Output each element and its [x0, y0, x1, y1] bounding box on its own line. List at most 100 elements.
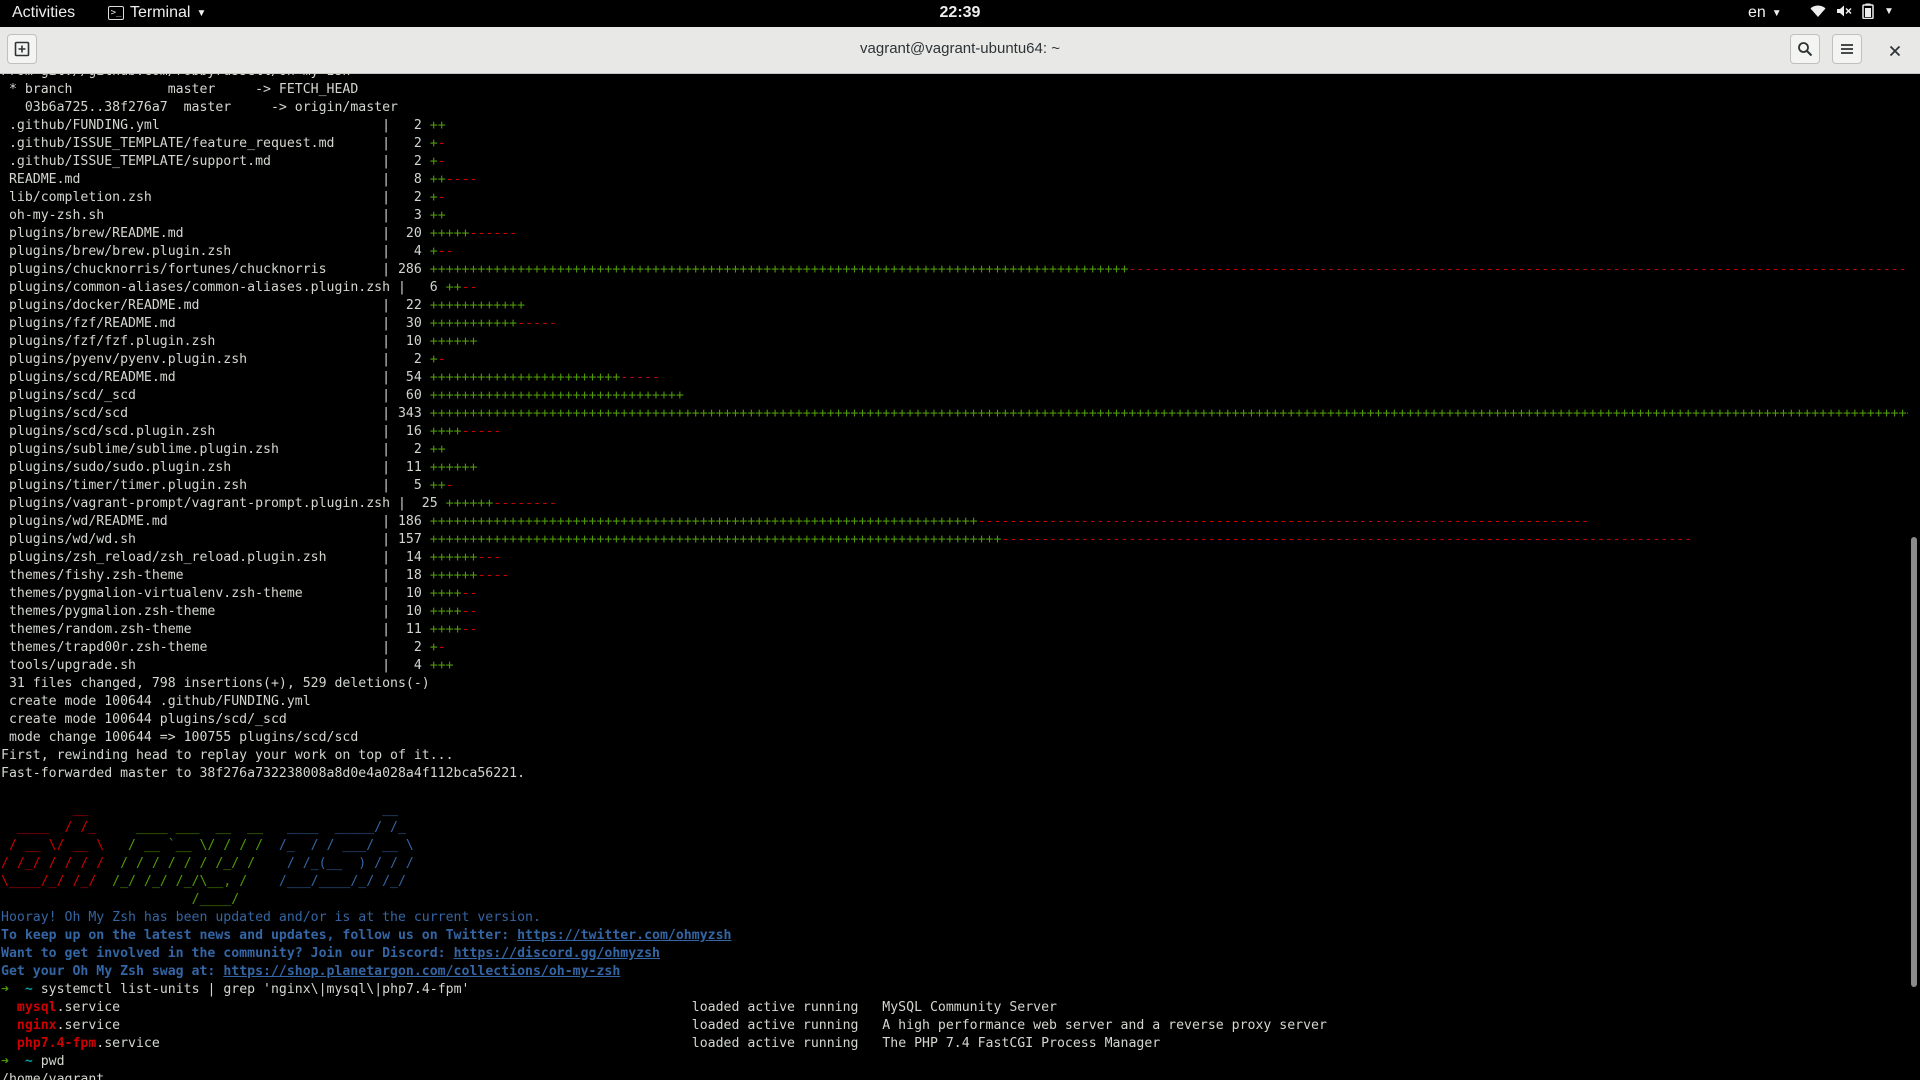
terminal-line: plugins/docker/README.md | 22 ++++++++++… [1, 297, 525, 315]
terminal-line: php7.4-fpm.service loaded active running… [1, 1035, 1160, 1053]
terminal-text-segment: --- [477, 550, 502, 565]
terminal-line: First, rewinding head to replay your wor… [1, 747, 454, 765]
terminal-text-segment: 03b6a725..38f276a7 master -> origin/mast… [1, 100, 398, 115]
terminal-line: plugins/vagrant-prompt/vagrant-prompt.pl… [1, 495, 557, 513]
terminal-text-segment: ++++++++++++++++++++++++++++++++++++++++… [429, 514, 978, 529]
terminal-text-segment[interactable]: https://twitter.com/ohmyzsh [517, 928, 731, 943]
terminal-text-segment: plugins/docker/README.md | 22 [1, 298, 430, 313]
terminal-text-segment[interactable]: https://shop.planetargon.com/collections… [223, 964, 620, 979]
terminal-text-segment: mode change 100644 => 100755 plugins/scd… [1, 730, 359, 745]
terminal-line: __ __ [1, 801, 398, 819]
terminal-text-segment: create mode 100644 plugins/scd/_scd [1, 712, 287, 727]
terminal-text-segment: - [437, 640, 446, 655]
terminal-text-segment: ----- [517, 316, 557, 331]
terminal-text-segment: ++++ [429, 424, 462, 439]
terminal-text-segment: + [429, 640, 438, 655]
terminal-text-segment: /_ / / ___/ __ \ [263, 838, 414, 853]
terminal-text-segment: To keep up on the latest news and update… [1, 928, 518, 943]
terminal-text-segment: plugins/sudo/sudo.plugin.zsh | 11 [1, 460, 430, 475]
terminal-line: plugins/brew/brew.plugin.zsh | 4 +-- [1, 243, 454, 261]
terminal-text-segment: plugins/zsh_reload/zsh_reload.plugin.zsh… [1, 550, 430, 565]
terminal-line: themes/pygmalion-virtualenv.zsh-theme | … [1, 585, 477, 603]
terminal-text-segment: +++ [429, 658, 454, 673]
terminal-line: plugins/common-aliases/common-aliases.pl… [1, 279, 477, 297]
terminal-text-segment: ++++ [429, 604, 462, 619]
terminal-line: themes/fishy.zsh-theme | 18 ++++++---- [1, 567, 509, 585]
terminal-line: plugins/sublime/sublime.plugin.zsh | 2 +… [1, 441, 446, 459]
terminal-line: themes/pygmalion.zsh-theme | 10 ++++-- [1, 603, 477, 621]
clock[interactable]: 22:39 [0, 4, 1920, 22]
terminal-text-segment: plugins/brew/README.md | 20 [1, 226, 430, 241]
terminal-text-segment: ---- [445, 172, 478, 187]
terminal-text-segment: .github/ISSUE_TEMPLATE/feature_request.m… [1, 136, 430, 151]
search-icon [1798, 42, 1813, 57]
terminal-line: .github/ISSUE_TEMPLATE/support.md | 2 +- [1, 153, 446, 171]
terminal-line: oh-my-zsh.sh | 3 ++ [1, 207, 446, 225]
terminal-line: / /_/ / / / / / / / / / / /_/ / / /_(__ … [1, 855, 414, 873]
scrollbar-thumb[interactable] [1911, 537, 1917, 987]
terminal-text-segment: ++ [429, 442, 446, 457]
search-button[interactable] [1790, 34, 1820, 64]
terminal-line: plugins/chucknorris/fortunes/chucknorris… [1, 261, 1908, 279]
terminal-line: * branch master -> FETCH_HEAD [1, 81, 358, 99]
terminal-text-segment: ____ / /_ [1, 820, 97, 835]
speaker-muted-icon [1837, 5, 1852, 17]
terminal-text-segment: plugins/scd/README.md | 54 [1, 370, 430, 385]
terminal-text-segment: -- [461, 604, 478, 619]
terminal-text-segment: ____ ___ __ __ [96, 820, 264, 835]
terminal-text-segment: .service loaded active running MySQL Com… [56, 1000, 1057, 1015]
terminal-text-segment: plugins/brew/brew.plugin.zsh | 4 [1, 244, 430, 259]
hamburger-menu-icon [1841, 44, 1853, 54]
terminal-scrollbar[interactable] [1908, 74, 1920, 1080]
terminal-text-segment: Want to get involved in the community? J… [1, 946, 454, 961]
terminal-text-segment: -- [437, 244, 454, 259]
terminal-line: nginx.service loaded active running A hi… [1, 1017, 1327, 1035]
terminal-text-segment: +++++ [429, 226, 470, 241]
input-language-menu[interactable]: en ▼ [1748, 4, 1782, 22]
app-menu-button[interactable]: >_ Terminal ▼ [108, 4, 206, 22]
menu-button[interactable] [1832, 34, 1862, 64]
terminal-text-segment: themes/pygmalion.zsh-theme | 10 [1, 604, 430, 619]
terminal-text-segment: /____/ [191, 892, 240, 907]
terminal-text-segment: plugins/common-aliases/common-aliases.pl… [1, 280, 446, 295]
close-window-button[interactable] [1880, 36, 1910, 66]
terminal-text-segment: + [429, 154, 438, 169]
terminal-text-segment: / / / / / / /_/ / [104, 856, 256, 871]
terminal-line: 31 files changed, 798 insertions(+), 529… [1, 675, 430, 693]
terminal-text-segment: + [429, 190, 438, 205]
terminal-text-segment[interactable]: https://discord.gg/ohmyzsh [454, 946, 660, 961]
system-status-menu[interactable]: ▼ [1810, 3, 1894, 19]
terminal-text-segment: ++++++++++++++++++++++++++++++++++++++++… [429, 406, 1908, 421]
terminal-text-segment: 31 files changed, 798 insertions(+), 529… [1, 676, 430, 691]
terminal-line: Fast-forwarded master to 38f276a73223800… [1, 765, 525, 783]
terminal-output[interactable]: From git://github.com/robbyrussell/oh-my… [0, 74, 1908, 1080]
terminal-line: plugins/pyenv/pyenv.plugin.zsh | 2 +- [1, 351, 446, 369]
terminal-text-segment: plugins/timer/timer.plugin.zsh | 5 [1, 478, 430, 493]
terminal-text-segment: + [429, 244, 438, 259]
terminal-text-segment: php7.4-fpm [16, 1036, 97, 1051]
terminal-app-icon: >_ [108, 6, 124, 20]
terminal-text-segment: ++++++ [429, 568, 478, 583]
new-tab-button[interactable] [7, 34, 37, 64]
terminal-text-segment: plugins/scd/scd.plugin.zsh | 16 [1, 424, 430, 439]
terminal-text-segment: themes/fishy.zsh-theme | 18 [1, 568, 430, 583]
terminal-text-segment: README.md | 8 [1, 172, 430, 187]
terminal-line: Get your Oh My Zsh swag at: https://shop… [1, 963, 620, 981]
terminal-text-segment: +++++++++++ [429, 316, 518, 331]
terminal-text-segment: * branch master -> FETCH_HEAD [1, 82, 359, 97]
terminal-line: README.md | 8 ++---- [1, 171, 477, 189]
terminal-text-segment: plugins/wd/wd.sh | 157 [1, 532, 430, 547]
terminal-line: plugins/sudo/sudo.plugin.zsh | 11 ++++++ [1, 459, 477, 477]
terminal-line: .github/ISSUE_TEMPLATE/feature_request.m… [1, 135, 446, 153]
terminal-text-segment: -- [461, 622, 478, 637]
activities-button[interactable]: Activities [12, 4, 75, 22]
terminal-text-segment: First, rewinding head to replay your wor… [1, 748, 454, 763]
terminal-text-segment: -- [461, 586, 478, 601]
terminal-text-segment: ~ [24, 1054, 33, 1069]
terminal-text-segment: themes/random.zsh-theme | 11 [1, 622, 430, 637]
chevron-down-icon: ▼ [1884, 5, 1894, 17]
terminal-line: .github/FUNDING.yml | 2 ++ [1, 117, 446, 135]
terminal-text-segment: ++++++ [429, 334, 478, 349]
